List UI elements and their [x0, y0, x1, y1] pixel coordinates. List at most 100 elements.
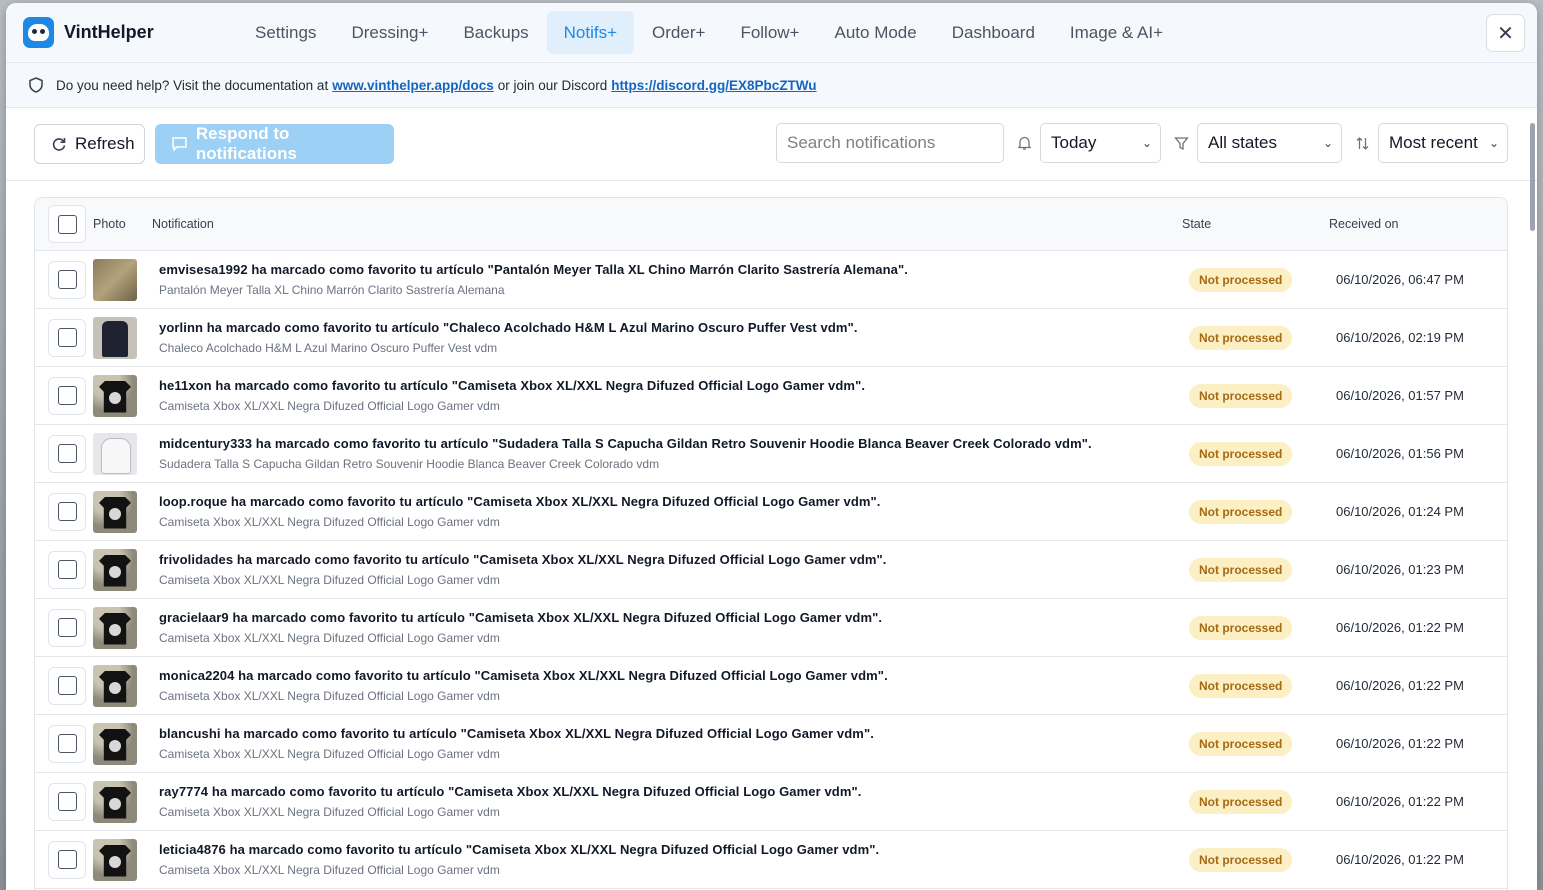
item-photo[interactable] — [93, 722, 137, 765]
row-checkbox[interactable] — [57, 328, 77, 347]
notification-cell: blancushi ha marcado como favorito tu ar… — [159, 726, 1189, 761]
notification-cell: loop.roque ha marcado como favorito tu a… — [159, 494, 1189, 529]
nav-item-follow[interactable]: Follow+ — [723, 11, 816, 54]
row-checkbox-cell — [48, 260, 86, 299]
help-text-prefix: Do you need help? Visit the documentatio… — [56, 77, 329, 93]
row-checkbox[interactable] — [57, 850, 77, 869]
item-title: Camiseta Xbox XL/XXL Negra Difuzed Offic… — [159, 573, 500, 587]
item-photo[interactable] — [93, 316, 137, 359]
notification-cell: midcentury333 ha marcado como favorito t… — [159, 436, 1189, 471]
scrollbar[interactable] — [1530, 123, 1535, 231]
row-checkbox-cell — [48, 608, 86, 647]
item-photo[interactable] — [93, 374, 137, 417]
status-badge: Not processed — [1189, 267, 1293, 292]
table-row[interactable]: yorlinn ha marcado como favorito tu artí… — [35, 309, 1507, 367]
refresh-label: Refresh — [75, 134, 135, 153]
table-row[interactable]: midcentury333 ha marcado como favorito t… — [35, 425, 1507, 483]
received-on: 06/10/2026, 01:23 PM — [1336, 562, 1464, 577]
status-badge: Not processed — [1189, 383, 1293, 408]
top-navigation: VintHelper Settings Dressing+ Backups Notif… — [6, 3, 1537, 63]
refresh-button[interactable]: Refresh — [34, 124, 145, 164]
nav-item-settings[interactable]: Settings — [238, 11, 333, 54]
respond-label: Respond to notifications — [195, 124, 297, 163]
notification-text: he11xon ha marcado como favorito tu artí… — [159, 378, 866, 393]
state-cell: Not processed — [1189, 557, 1336, 582]
search-input[interactable] — [776, 123, 1004, 163]
state-cell: Not processed — [1189, 731, 1336, 756]
table-row[interactable]: gracielaar9 ha marcado como favorito tu … — [35, 599, 1507, 657]
table-body: emvisesa1992 ha marcado como favorito tu… — [35, 251, 1507, 889]
item-photo[interactable] — [93, 548, 137, 591]
table-row[interactable]: emvisesa1992 ha marcado como favorito tu… — [35, 251, 1507, 309]
nav-item-dashboard[interactable]: Dashboard — [935, 11, 1052, 54]
chevron-down-icon: ⌄ — [1141, 136, 1152, 150]
select-all-checkbox[interactable] — [57, 214, 77, 234]
refresh-icon — [52, 138, 66, 151]
item-photo[interactable] — [93, 664, 137, 707]
table-row[interactable]: monica2204 ha marcado como favorito tu a… — [35, 657, 1507, 715]
item-title: Sudadera Talla S Capucha Gildan Retro So… — [159, 457, 660, 471]
row-checkbox[interactable] — [57, 792, 77, 811]
row-checkbox-cell — [48, 550, 86, 589]
app-name: VintHelper — [64, 22, 154, 42]
row-checkbox[interactable] — [57, 618, 77, 637]
nav-item-image-ai[interactable]: Image & AI+ — [1053, 11, 1180, 54]
table-row[interactable]: loop.roque ha marcado como favorito tu a… — [35, 483, 1507, 541]
item-title: Camiseta Xbox XL/XXL Negra Difuzed Offic… — [159, 805, 500, 819]
app-window: VintHelper Settings Dressing+ Backups Notif… — [6, 3, 1537, 890]
status-badge: Not processed — [1189, 673, 1293, 698]
notification-text: ray7774 ha marcado como favorito tu artí… — [159, 784, 862, 799]
nav-item-dressing[interactable]: Dressing+ — [334, 11, 445, 54]
shield-icon — [29, 77, 43, 93]
table-row[interactable]: leticia4876 ha marcado como favorito tu … — [35, 831, 1507, 889]
row-checkbox[interactable] — [57, 386, 77, 405]
item-photo[interactable] — [93, 490, 137, 533]
state-cell: Not processed — [1189, 441, 1336, 466]
notification-cell: gracielaar9 ha marcado como favorito tu … — [159, 610, 1189, 645]
state-cell: Not processed — [1189, 615, 1336, 640]
notification-text: gracielaar9 ha marcado como favorito tu … — [159, 610, 883, 625]
notification-cell: frivolidades ha marcado como favorito tu… — [159, 552, 1189, 587]
date-filter-value: Today — [1051, 133, 1097, 152]
row-checkbox[interactable] — [57, 734, 77, 753]
nav-item-auto-mode[interactable]: Auto Mode — [818, 11, 934, 54]
row-checkbox[interactable] — [57, 676, 77, 695]
item-photo[interactable] — [93, 606, 137, 649]
item-title: Camiseta Xbox XL/XXL Negra Difuzed Offic… — [159, 747, 500, 761]
state-cell: Not processed — [1189, 325, 1336, 350]
discord-link[interactable]: https://discord.gg/EX8PbcZTWu — [611, 78, 816, 93]
state-filter-select[interactable]: All states ⌄ — [1197, 123, 1342, 163]
date-filter-select[interactable]: Today ⌄ — [1040, 123, 1161, 163]
item-photo[interactable] — [93, 258, 137, 301]
item-title: Camiseta Xbox XL/XXL Negra Difuzed Offic… — [159, 515, 500, 529]
status-badge: Not processed — [1189, 789, 1293, 814]
item-photo[interactable] — [93, 780, 137, 823]
row-checkbox[interactable] — [57, 270, 77, 289]
row-checkbox-cell — [48, 318, 86, 357]
nav-item-order[interactable]: Order+ — [635, 11, 722, 54]
table-row[interactable]: frivolidades ha marcado como favorito tu… — [35, 541, 1507, 599]
nav-item-backups[interactable]: Backups — [446, 11, 545, 54]
sort-select[interactable]: Most recent ⌄ — [1378, 123, 1508, 163]
notification-cell: emvisesa1992 ha marcado como favorito tu… — [159, 262, 1189, 297]
respond-button[interactable]: Respond to notifications — [155, 124, 394, 164]
item-photo[interactable] — [93, 838, 137, 881]
row-checkbox[interactable] — [57, 444, 77, 463]
received-on: 06/10/2026, 01:56 PM — [1336, 446, 1464, 461]
close-button[interactable]: ✕ — [1486, 14, 1525, 52]
nav-item-notifs[interactable]: Notifs+ — [546, 11, 635, 54]
item-title: Camiseta Xbox XL/XXL Negra Difuzed Offic… — [159, 689, 500, 703]
sort-icon — [1352, 133, 1372, 153]
row-checkbox-cell — [48, 376, 86, 415]
item-title: Camiseta Xbox XL/XXL Negra Difuzed Offic… — [159, 399, 500, 413]
notification-text: leticia4876 ha marcado como favorito tu … — [159, 842, 880, 857]
notification-cell: monica2204 ha marcado como favorito tu a… — [159, 668, 1189, 703]
table-row[interactable]: ray7774 ha marcado como favorito tu artí… — [35, 773, 1507, 831]
app-logo-icon — [23, 17, 54, 48]
row-checkbox[interactable] — [57, 560, 77, 579]
table-row[interactable]: blancushi ha marcado como favorito tu ar… — [35, 715, 1507, 773]
row-checkbox[interactable] — [57, 502, 77, 521]
item-photo[interactable] — [93, 432, 137, 475]
docs-link[interactable]: www.vinthelper.app/docs — [332, 78, 494, 93]
table-row[interactable]: he11xon ha marcado como favorito tu artí… — [35, 367, 1507, 425]
